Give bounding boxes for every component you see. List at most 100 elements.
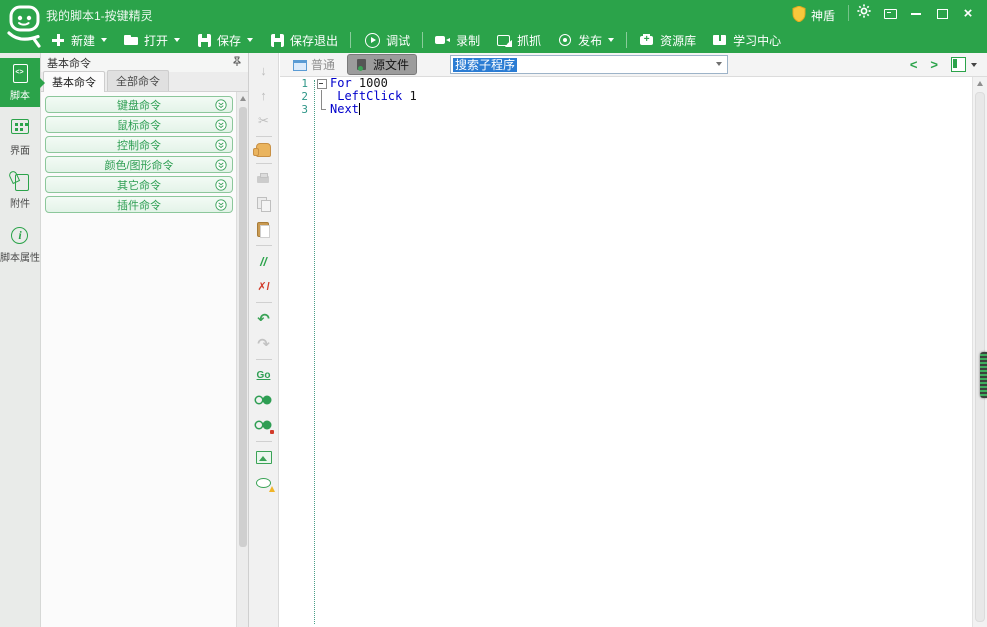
tray-icon — [884, 9, 897, 19]
toolbar-learning-center-button[interactable]: 学习中心 — [704, 28, 789, 52]
command-group-button[interactable]: 其它命令 — [45, 176, 233, 193]
collapsed-panel-grip[interactable] — [980, 352, 987, 398]
paste-icon[interactable] — [253, 220, 275, 239]
dropdown-caret-icon — [101, 38, 107, 42]
screenshot-icon[interactable] — [253, 448, 275, 467]
expand-chevron-icon — [215, 139, 227, 151]
attachment-icon — [11, 172, 29, 192]
settings-button[interactable] — [851, 4, 877, 23]
minimize-to-tray-button[interactable] — [877, 4, 903, 23]
sidebar-item-label: 界面 — [10, 142, 30, 157]
redo-icon[interactable] — [253, 334, 275, 353]
pin-icon[interactable] — [232, 56, 242, 67]
editor-tab-label: 源文件 — [373, 56, 409, 73]
fold-marker-icon[interactable] — [316, 103, 330, 116]
main-toolbar: 新建 打开保存 保存退出调试录制 抓抓发布资源库 学习中心 — [42, 27, 789, 53]
uncomment-icon[interactable] — [253, 277, 275, 296]
editor-tab-normal[interactable]: 普通 — [286, 54, 342, 75]
copy-icon[interactable] — [253, 195, 275, 214]
toolbar-debug-play-button[interactable]: 调试 — [355, 28, 418, 52]
command-group-button[interactable]: 颜色/图形命令 — [45, 156, 233, 173]
maximize-button[interactable] — [929, 4, 955, 23]
toolbar-button-label: 保存退出 — [290, 32, 338, 49]
command-group-button[interactable]: 鼠标命令 — [45, 116, 233, 133]
goto-icon[interactable] — [253, 366, 275, 385]
code-editor-area[interactable]: 1For 10002 LeftClick 13Next — [280, 77, 973, 627]
scrollbar-thumb[interactable] — [239, 107, 247, 547]
resource-library-icon — [639, 32, 655, 48]
command-tab-0[interactable]: 基本命令 — [43, 71, 105, 92]
window-title: 我的脚本1-按键精灵 — [46, 7, 153, 24]
code-token: 1 — [402, 89, 416, 103]
sidebar-item-script[interactable]: 脚本 — [0, 58, 40, 107]
scroll-up-icon — [977, 81, 983, 86]
command-group-button[interactable]: 键盘命令 — [45, 96, 233, 113]
expand-chevron-icon — [215, 199, 227, 211]
toolbar-capture-button[interactable]: 抓抓 — [488, 28, 549, 52]
dropdown-caret-icon — [247, 38, 253, 42]
command-panel-header: 基本命令 — [41, 53, 248, 72]
editor-tab-source[interactable]: 源文件 — [347, 54, 417, 75]
edit-toolbar-divider — [256, 136, 272, 137]
undo-icon[interactable] — [253, 309, 275, 328]
sidebar-item-attachment[interactable]: 附件 — [0, 166, 40, 215]
command-group-button[interactable]: 插件命令 — [45, 196, 233, 213]
edit-toolbar-divider — [256, 245, 272, 246]
sidebar-item-script-properties[interactable]: 脚本属性 — [0, 220, 40, 269]
shield-badge[interactable]: 神盾 — [792, 6, 835, 25]
command-group-button[interactable]: 控制命令 — [45, 136, 233, 153]
delete-icon[interactable] — [253, 170, 275, 189]
minimize-button[interactable] — [903, 4, 929, 23]
nav-prev-button[interactable]: < — [910, 57, 918, 72]
close-button[interactable] — [955, 4, 981, 23]
editor-tab-bar: 普通 源文件 搜索子程序 < > — [280, 53, 987, 77]
replace-icon[interactable] — [253, 416, 275, 435]
layout-view-icon[interactable] — [951, 57, 966, 72]
expand-chevron-icon — [215, 179, 227, 191]
toolbar-publish-button[interactable]: 发布 — [549, 28, 622, 52]
toolbar-button-label: 抓抓 — [517, 32, 541, 49]
subroutine-combobox[interactable]: 搜索子程序 — [450, 55, 728, 74]
publish-icon — [557, 32, 573, 48]
fold-marker-icon[interactable] — [316, 90, 330, 103]
code-token: Next — [330, 102, 359, 116]
window-controls — [851, 4, 981, 23]
toolbar-divider — [350, 32, 351, 48]
move-up-icon[interactable] — [253, 86, 275, 105]
toolbar-open-folder-button[interactable]: 打开 — [115, 28, 188, 52]
sidebar-item-label: 脚本 — [10, 87, 30, 102]
expand-chevron-icon — [215, 159, 227, 171]
command-group-label: 鼠标命令 — [117, 117, 161, 133]
toolbar-button-label: 学习中心 — [733, 32, 781, 49]
editor-tab-label: 普通 — [311, 56, 335, 73]
toolbar-save-exit-button[interactable]: 保存退出 — [261, 28, 346, 52]
code-text: Next — [330, 103, 360, 116]
comment-icon[interactable] — [253, 252, 275, 271]
left-rail: 脚本界面附件脚本属性 — [0, 53, 41, 627]
script-properties-icon — [11, 226, 29, 246]
line-number: 3 — [280, 103, 316, 116]
learning-center-icon — [712, 32, 728, 48]
hand-icon[interactable] — [256, 143, 271, 157]
toolbar-button-label: 新建 — [71, 32, 95, 49]
edit-toolbar-divider — [256, 359, 272, 360]
toolbar-new-plus-button[interactable]: 新建 — [42, 28, 115, 52]
move-down-icon[interactable] — [253, 61, 275, 80]
shield-label: 神盾 — [811, 7, 835, 24]
command-panel-scrollbar[interactable] — [236, 92, 248, 627]
toolbar-save-button[interactable]: 保存 — [188, 28, 261, 52]
sidebar-item-interface[interactable]: 界面 — [0, 112, 40, 161]
command-group-label: 键盘命令 — [117, 97, 161, 113]
find-icon[interactable] — [253, 391, 275, 410]
script-icon — [11, 64, 29, 84]
nav-next-button[interactable]: > — [930, 57, 938, 72]
maximize-icon — [937, 9, 948, 19]
syntax-check-icon[interactable] — [253, 473, 275, 492]
toolbar-record-camera-button[interactable]: 录制 — [427, 28, 488, 52]
line-number: 2 — [280, 90, 316, 103]
command-tab-1[interactable]: 全部命令 — [107, 70, 169, 91]
fold-marker-icon[interactable] — [316, 77, 330, 90]
scroll-up-icon — [240, 96, 246, 101]
cut-icon[interactable] — [253, 111, 275, 130]
toolbar-resource-library-button[interactable]: 资源库 — [631, 28, 704, 52]
